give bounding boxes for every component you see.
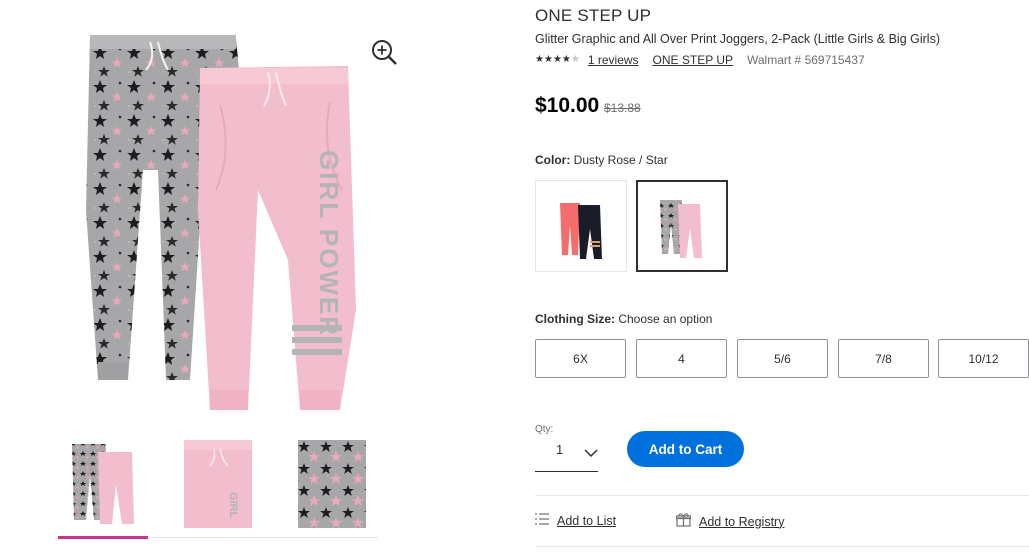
star-icon: ★ xyxy=(561,54,571,65)
selected-thumbnail-indicator xyxy=(58,536,148,539)
size-label: Clothing Size: Choose an option xyxy=(535,312,712,326)
size-option-7-8[interactable]: 7/8 xyxy=(838,339,929,378)
list-icon xyxy=(535,513,549,528)
size-option-6x[interactable]: 6X xyxy=(535,339,626,378)
size-option-10-12[interactable]: 10/12 xyxy=(938,339,1029,378)
color-swatch-coral-black[interactable] xyxy=(535,180,627,272)
add-to-registry-label: Add to Registry xyxy=(699,514,785,529)
size-option-4[interactable]: 4 xyxy=(636,339,727,378)
star-icon: ★ xyxy=(535,54,544,65)
thumb-print-girl: GIRL xyxy=(227,492,239,519)
add-to-list-link[interactable]: Add to List xyxy=(535,513,616,528)
gift-icon xyxy=(675,513,692,530)
star-empty-icon: ★ xyxy=(570,54,580,65)
size-selected-value: Choose an option xyxy=(618,312,713,326)
product-meta-row: ★ ★ ★ ★ ★ 1 reviews ONE STEP UP Walmart … xyxy=(535,53,865,67)
add-to-registry-link[interactable]: Add to Registry xyxy=(675,513,785,530)
color-selected-value: Dusty Rose / Star xyxy=(573,153,668,167)
star-icon: ★ xyxy=(552,54,562,65)
add-to-list-label: Add to List xyxy=(557,513,617,528)
thumbnail-both-pants[interactable] xyxy=(70,440,138,528)
zoom-in-icon[interactable] xyxy=(370,38,400,68)
thumbnail-divider xyxy=(148,537,378,538)
color-swatch-dusty-rose-star[interactable] xyxy=(636,180,728,272)
divider xyxy=(535,495,1029,496)
brand-name: ONE STEP UP xyxy=(535,6,652,25)
print-girl-power: GIRL POWER xyxy=(314,150,344,337)
main-product-image[interactable]: GIRL POWER xyxy=(58,10,398,430)
brand-link[interactable]: ONE STEP UP xyxy=(653,53,733,67)
thumbnail-strip: GIRL xyxy=(58,430,378,540)
thumbnail-star-fabric[interactable] xyxy=(298,440,366,528)
star-icon: ★ xyxy=(543,54,553,65)
quantity-label: Qty: xyxy=(535,424,554,435)
was-price: $13.88 xyxy=(604,101,641,115)
color-label-title: Color: xyxy=(535,153,571,167)
divider xyxy=(535,546,1029,547)
color-label: Color: Dusty Rose / Star xyxy=(535,153,668,167)
reviews-link[interactable]: 1 reviews xyxy=(588,53,639,67)
size-label-title: Clothing Size: xyxy=(535,312,615,326)
chevron-down-icon xyxy=(584,445,598,463)
product-title: Glitter Graphic and All Over Print Jogge… xyxy=(535,32,940,46)
walmart-item-number: Walmart # 569715437 xyxy=(747,53,865,67)
quantity-value: 1 xyxy=(556,442,564,457)
quantity-select[interactable]: 1 xyxy=(535,437,598,472)
current-price: $10.00 xyxy=(535,94,600,117)
thumbnail-pink-detail[interactable]: GIRL xyxy=(184,440,252,528)
add-to-cart-button[interactable]: Add to Cart xyxy=(627,431,744,467)
star-rating[interactable]: ★ ★ ★ ★ ★ xyxy=(535,54,580,66)
size-option-5-6[interactable]: 5/6 xyxy=(737,339,828,378)
